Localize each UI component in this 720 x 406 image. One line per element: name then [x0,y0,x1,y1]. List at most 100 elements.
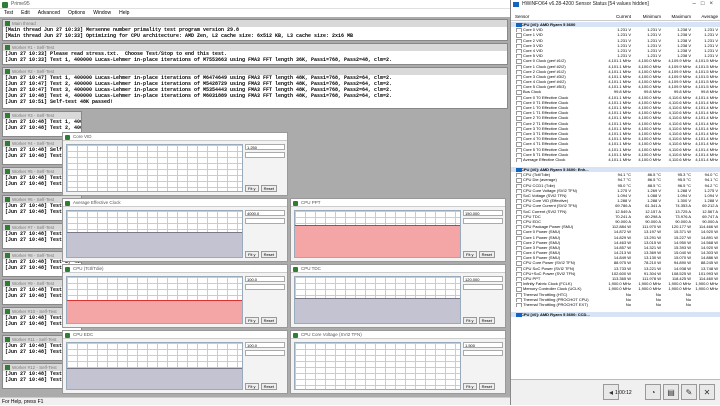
graph-title[interactable]: CPU EDC [63,331,287,339]
worker-2-title[interactable]: Worker #2 - Self-Test [3,68,507,75]
sensor-group-header[interactable]: CPU [#0]: AMD Ryzen 5 3600: CCD... [511,312,720,318]
graph-max-field[interactable]: 100.0 [245,276,285,282]
menu-test[interactable]: Test [4,10,13,16]
sensor-row[interactable]: Average Effective Clock 4,101.1 MHz 4,100.… [511,156,720,163]
graph-button[interactable]: Reset [260,251,278,258]
column-header[interactable]: Average [691,12,718,21]
column-header[interactable]: Minimum [633,12,661,21]
menu-window[interactable]: Window [93,10,111,16]
graph-min-field[interactable] [463,350,503,356]
menu-help[interactable]: Help [119,10,129,16]
graph-title[interactable]: Core VID [63,133,287,141]
menu-edit[interactable]: Edit [21,10,30,16]
graph-title[interactable]: Average Effective Clock [63,199,287,207]
hwinfo-window[interactable]: HWiNFO64 v6.28-4200 Sensor Status [54 va… [510,0,720,405]
hwinfo-app-icon [513,2,519,7]
graph-controls: 100.0 Fit y Reset [245,276,285,324]
column-header[interactable]: Maximum [663,12,691,21]
graph-button[interactable]: Fit y [463,317,477,324]
graph-max-field[interactable]: 150.000 [463,210,503,216]
graph-max-field[interactable]: 120.000 [463,276,503,282]
graph-button[interactable]: Reset [260,383,278,390]
graph-min-field[interactable] [245,350,285,356]
sensor-graph-window[interactable]: CPU Core Voltage (SVI2 TFN) 1.500 Fit y Res… [290,330,506,394]
graph-buttons: Fit y Reset [245,185,278,192]
graph-plot [66,210,243,258]
hwinfo-title: HWiNFO64 v6.28-4200 Sensor Status [54 va… [522,1,649,7]
graph-plot [66,144,243,192]
prime95-title-bar[interactable]: Prime95 [0,0,510,9]
graph-button[interactable]: Fit y [245,317,259,324]
window-controls[interactable]: –□× [693,0,718,9]
prime95-app-icon [2,1,8,8]
worker-1-log: [Jun 27 10:33] Please read stress.txt. C… [3,51,507,63]
graph-buttons: Fit y Reset [245,317,278,324]
graph-title[interactable]: CPU (Tctl/Tdie) [63,265,287,273]
graph-series-fill [295,224,460,257]
graph-button[interactable]: Fit y [245,185,259,192]
graph-button[interactable]: Reset [478,251,496,258]
sensor-value: 4,101.4 MHz [695,156,718,162]
graph-button[interactable]: Reset [260,185,278,192]
graph-series-fill [295,297,460,323]
column-header[interactable]: Sensor [515,12,603,21]
graph-button[interactable]: Reset [260,317,278,324]
main-thread-window[interactable]: Main thread [Main thread Jun 27 10:33] M… [2,19,508,41]
log-line: [Jun 27 10:33] Test 1, 400000 Lucas-Lehm… [5,57,393,63]
graph-series-fill [67,300,242,323]
sensor-graph-window[interactable]: CPU (Tctl/Tdie) 100.0 Fit y Reset [62,264,288,328]
close-icon[interactable]: ✕ [699,384,715,400]
main-thread-log: [Main thread Jun 27 10:33] Mersenne numb… [3,27,507,39]
sensor-graph-window[interactable]: CPU PPT 150.000 Fit y Reset [290,198,506,262]
graph-title[interactable]: CPU TDC [291,265,505,273]
graph-min-field[interactable] [463,218,503,224]
graph-button[interactable]: Fit y [463,251,477,258]
sensor-value: No [685,301,691,307]
main-thread-title[interactable]: Main thread [3,20,507,27]
graph-max-field[interactable]: 4000.0 [245,210,285,216]
menu-advanced[interactable]: Advanced [38,10,60,16]
graph-button[interactable]: Reset [478,383,496,390]
column-header[interactable]: Current [603,12,631,21]
worker-1-window[interactable]: Worker #1 - Self-Test [Jun 27 10:33] Ple… [2,43,508,65]
hwinfo-title-bar[interactable]: HWiNFO64 v6.28-4200 Sensor Status [54 va… [511,0,720,9]
log-line: [Main thread Jun 27 10:33] Optimizing fo… [5,33,354,39]
prime95-menubar: Test Edit Advanced Options Window Help [0,9,510,17]
menu-options[interactable]: Options [68,10,85,16]
graph-plot [66,276,243,324]
worker-1-title[interactable]: Worker #1 - Self-Test [3,44,507,51]
sensor-table-header[interactable]: Sensor Current Minimum Maximum Average [511,12,720,21]
graph-plot [294,342,461,390]
graph-min-field[interactable] [245,218,285,224]
clock-icon[interactable]: ◔ [645,384,661,400]
graph-title[interactable]: CPU PPT [291,199,505,207]
graph-max-field[interactable]: 100.0 [245,342,285,348]
graph-button[interactable]: Fit y [463,383,477,390]
prime95-title: Prime95 [11,1,30,7]
graph-button[interactable]: Fit y [245,251,259,258]
settings-icon[interactable]: ✎ [681,384,697,400]
graph-min-field[interactable] [245,284,285,290]
sensor-row[interactable]: Thermal Throttling (PROCHOT EXT) No No No [511,301,720,308]
graph-min-field[interactable] [463,284,503,290]
graph-max-field[interactable]: 1.250 [245,144,285,150]
log-line: [Jun 27 10:48] Test 2, 400000 [5,125,81,131]
graph-button[interactable]: Fit y [245,383,259,390]
report-icon[interactable]: ▤ [663,384,679,400]
worker-title[interactable]: Worker #3 - Self-Test [3,112,81,119]
sensor-graph-window[interactable]: Average Effective Clock 4000.0 Fit y Reset [62,198,288,262]
graph-button[interactable]: Reset [478,317,496,324]
graph-buttons: Fit y Reset [463,383,496,390]
sensor-graph-window[interactable]: CPU TDC 120.000 Fit y Reset [290,264,506,328]
graph-title[interactable]: CPU Core Voltage (SVI2 TFN) [291,331,505,339]
sensor-value: 4,100.0 MHz [638,156,661,162]
graph-controls: 100.0 Fit y Reset [245,342,285,390]
prime95-status-bar: For Help, press F1 [0,397,510,405]
graph-max-field[interactable]: 1.500 [463,342,503,348]
sensor-graph-window[interactable]: CPU EDC 100.0 Fit y Reset [62,330,288,394]
sensor-table[interactable]: CPU [#0]: AMD Ryzen 5 3600 Core 0 VID 1.23… [511,22,720,379]
sensor-name: Thermal Throttling (PROCHOT EXT) [515,302,603,308]
worker-2-window[interactable]: Worker #2 - Self-Test [Jun 27 10:47] Tes… [2,67,508,109]
graph-min-field[interactable] [245,152,285,158]
sensor-graph-window[interactable]: Core VID 1.250 Fit y Reset [62,132,288,196]
